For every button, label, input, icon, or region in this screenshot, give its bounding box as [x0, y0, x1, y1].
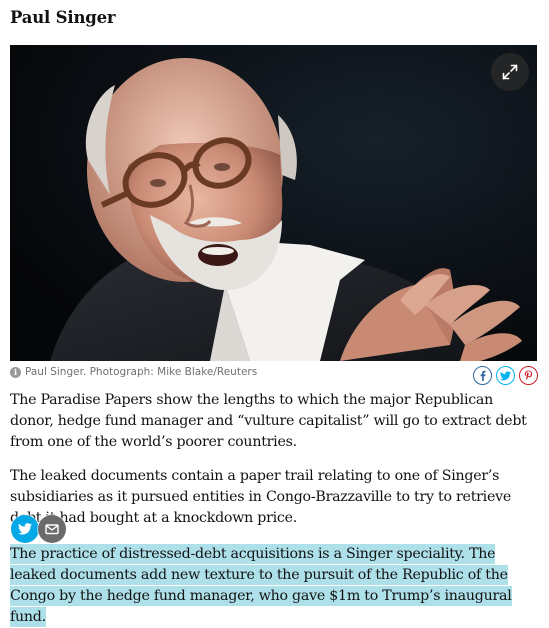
- share-facebook-button[interactable]: [473, 366, 492, 385]
- highlighted-text: The practice of distressed-debt acquisit…: [10, 544, 512, 627]
- article-photo: [10, 45, 537, 361]
- image-caption: i Paul Singer. Photograph: Mike Blake/Re…: [10, 366, 257, 378]
- body-paragraph-highlighted: The practice of distressed-debt acquisit…: [10, 544, 538, 628]
- section-heading: Paul Singer: [10, 8, 116, 27]
- share-selection-email-button[interactable]: [38, 515, 66, 543]
- body-paragraph: The leaked documents contain a paper tra…: [10, 468, 512, 526]
- share-buttons: [473, 366, 538, 385]
- share-selection-twitter-button[interactable]: [11, 515, 39, 543]
- email-icon: [45, 524, 59, 535]
- pinterest-icon: [524, 370, 533, 381]
- expand-icon: [502, 64, 518, 80]
- caption-text: Paul Singer. Photograph: Mike Blake/Reut…: [25, 366, 258, 378]
- floating-share-bar: [11, 515, 66, 543]
- body-paragraph: The Paradise Papers show the lengths to …: [10, 392, 527, 450]
- twitter-icon: [18, 523, 32, 535]
- info-icon[interactable]: i: [10, 366, 21, 378]
- facebook-icon: [480, 370, 486, 381]
- twitter-icon: [500, 370, 511, 380]
- share-pinterest-button[interactable]: [519, 366, 538, 385]
- portrait-illustration: [10, 45, 537, 361]
- expand-image-button[interactable]: [491, 53, 529, 91]
- share-twitter-button[interactable]: [496, 366, 515, 385]
- caption-row: i Paul Singer. Photograph: Mike Blake/Re…: [10, 365, 539, 387]
